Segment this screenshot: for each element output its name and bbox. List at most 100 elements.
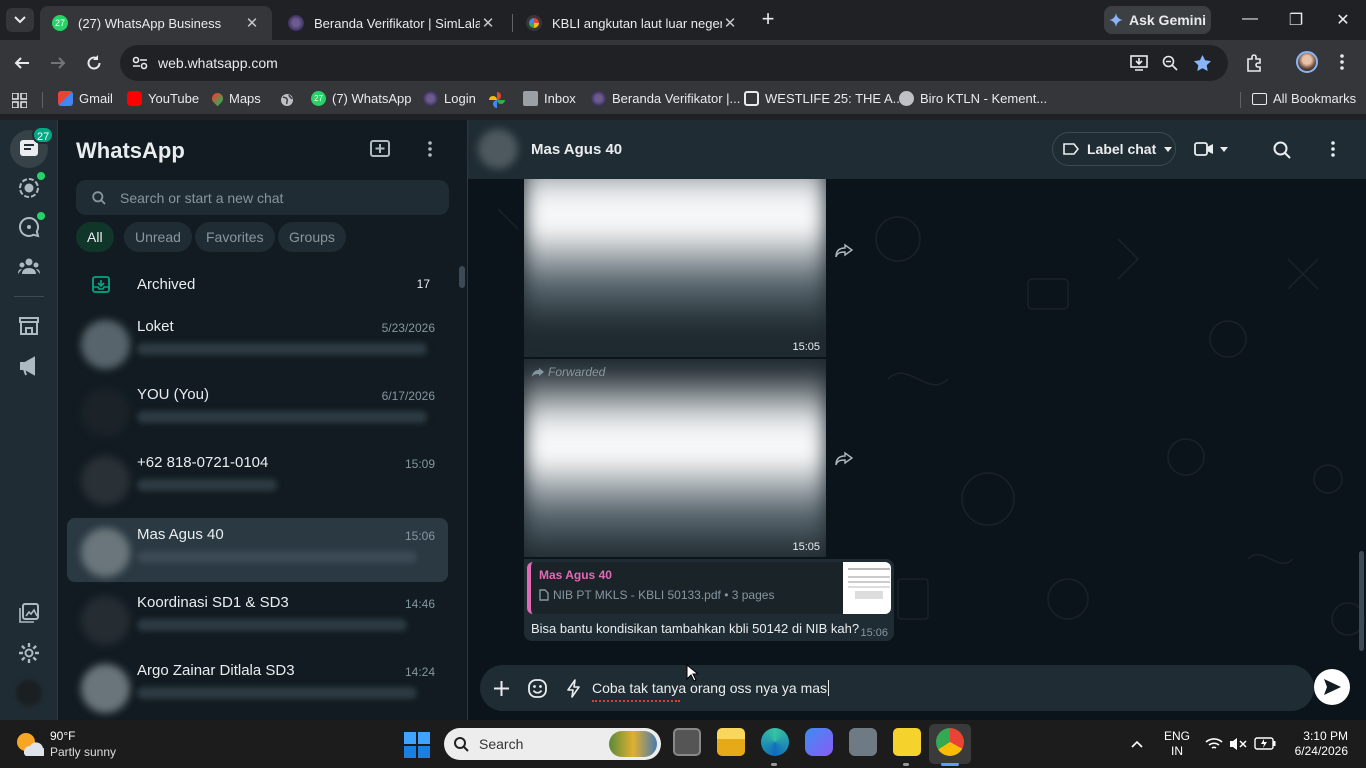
send-button[interactable] [1314,669,1350,705]
filter-groups[interactable]: Groups [278,222,346,252]
volume-muted-icon[interactable] [1229,737,1247,751]
message-composer: Coba tak tanya orang oss nya ya mas [468,659,1366,720]
install-app-icon[interactable] [1130,55,1148,71]
contact-name[interactable]: Mas Agus 40 [531,141,622,158]
catalog-store-icon[interactable] [18,315,40,337]
wifi-icon[interactable] [1205,737,1223,751]
status-icon[interactable] [18,177,40,199]
extensions-icon[interactable] [1245,54,1263,72]
chat-row-mas-agus-40[interactable]: Mas Agus 40 15:06 [67,518,448,582]
search-icon[interactable] [1273,141,1291,159]
battery-charging-icon[interactable] [1254,737,1276,750]
media-gallery-icon[interactable] [18,602,40,624]
pinwheel-icon[interactable] [489,92,505,108]
zoom-icon[interactable] [1162,55,1178,71]
edge-browser-icon[interactable] [761,728,789,756]
new-tab-button[interactable]: + [758,8,778,32]
minimize-window-button[interactable]: — [1240,10,1260,30]
tab-search-button[interactable] [6,8,34,32]
chat-row-loket[interactable]: Loket 5/23/2026 [67,310,448,374]
quoted-message[interactable]: Mas Agus 40 NIB PT MKLS - KBLI 50133.pdf… [527,562,891,614]
bookmark-biro-ktln[interactable]: Biro KTLN - Kement... [899,91,1047,106]
bookmark-westlife[interactable]: WESTLIFE 25: THE A... [744,91,903,106]
communities-icon[interactable] [18,256,40,278]
bookmark-star-icon[interactable] [1194,55,1211,71]
settings-gear-icon[interactable] [18,642,40,664]
forward-share-icon[interactable] [835,450,853,468]
task-view-button[interactable] [673,728,701,756]
clock[interactable]: 3:10 PM 6/24/2026 [1288,729,1348,759]
bookmark-whatsapp[interactable]: 27 (7) WhatsApp [311,91,411,106]
emoji-sticker-icon[interactable] [528,679,547,698]
maximize-window-button[interactable]: ❐ [1286,10,1306,30]
bookmark-youtube[interactable]: YouTube [127,91,199,106]
chrome-menu-icon[interactable] [1340,54,1344,70]
media-message[interactable]: 15:05 [524,179,826,357]
tab-kbli-search[interactable]: KBLI angkutan laut luar negeri u ✕ [514,6,750,40]
start-button[interactable] [404,732,430,758]
forward-arrow-icon[interactable] [50,55,66,71]
chat-row-koordinasi-sd1-sd3[interactable]: Koordinasi SD1 & SD3 14:46 [67,586,448,650]
whatsapp-favicon-icon: 27 [52,15,68,31]
bookmark-label: Inbox [544,91,576,106]
taskbar-search[interactable]: Search [444,728,661,760]
camera-app-icon[interactable] [849,728,877,756]
search-input[interactable]: Search or start a new chat [76,180,449,215]
contact-avatar[interactable] [478,129,518,169]
chat-row-you[interactable]: YOU (You) 6/17/2026 [67,378,448,442]
forward-share-icon[interactable] [835,242,853,260]
close-tab-icon[interactable]: ✕ [244,14,260,32]
site-info-icon[interactable] [132,56,148,70]
close-tab-icon[interactable]: ✕ [722,14,738,32]
advertise-megaphone-icon[interactable] [18,355,40,377]
filter-all[interactable]: All [76,222,114,252]
language-indicator[interactable]: ENG IN [1162,729,1192,759]
tab-beranda-verifikator[interactable]: Beranda Verifikator | SimLala ✕ [276,6,508,40]
menu-kebab-icon[interactable] [428,141,432,157]
show-hidden-icons-chevron-icon[interactable] [1131,740,1143,748]
forwarded-media-message[interactable]: Forwarded 15:05 [524,359,826,557]
profile-avatar[interactable] [16,680,42,706]
search-highlight-image [609,731,657,757]
sticky-notes-icon[interactable] [893,728,921,756]
globe-icon[interactable] [280,93,294,107]
filter-unread[interactable]: Unread [124,222,192,252]
quick-replies-bolt-icon[interactable] [567,679,581,698]
menu-kebab-icon[interactable] [1331,141,1335,157]
close-window-button[interactable]: ✕ [1333,10,1353,30]
chat-row-phone-number[interactable]: +62 818-0721-0104 15:09 [67,446,448,510]
all-bookmarks-button[interactable]: All Bookmarks [1252,91,1356,106]
video-call-button[interactable] [1194,136,1234,162]
label-chat-button[interactable]: Label chat [1052,132,1176,166]
attach-plus-icon[interactable] [494,681,509,696]
close-tab-icon[interactable]: ✕ [480,14,496,32]
weather-widget[interactable]: 90°F Partly sunny [14,728,124,760]
address-bar[interactable]: web.whatsapp.com [120,45,1228,81]
chrome-browser-icon[interactable] [936,728,964,756]
archived-row[interactable]: Archived 17 [67,266,448,302]
chat-list-scrollbar[interactable] [459,266,465,288]
label-tag-icon [1063,143,1079,155]
apps-grid-icon[interactable] [12,93,27,108]
bookmark-login[interactable]: Login [423,91,476,106]
copilot-app-icon[interactable] [805,728,833,756]
bookmark-divider [42,92,43,108]
file-explorer-icon[interactable] [717,728,745,756]
bookmark-gmail[interactable]: Gmail [58,91,113,106]
filter-favorites[interactable]: Favorites [195,222,275,252]
new-chat-icon[interactable] [370,140,390,158]
chat-name: Argo Zainar Ditlala SD3 [137,662,295,679]
conversation-scrollbar[interactable] [1359,551,1364,651]
chat-row-argo-zainar[interactable]: Argo Zainar Ditlala SD3 14:24 [67,654,448,718]
reload-icon[interactable] [86,55,102,71]
ask-gemini-button[interactable]: Ask Gemini [1104,6,1211,34]
profile-avatar[interactable] [1296,51,1318,73]
composer-bar: Coba tak tanya orang oss nya ya mas [480,665,1314,711]
tab-whatsapp-business[interactable]: 27 (27) WhatsApp Business ✕ [40,6,272,40]
channels-icon[interactable] [18,216,40,238]
bookmark-inbox[interactable]: Inbox [523,91,576,106]
back-arrow-icon[interactable] [14,55,30,71]
bookmark-beranda-verifikator[interactable]: Beranda Verifikator |... [591,91,740,106]
text-message-bubble[interactable]: Mas Agus 40 NIB PT MKLS - KBLI 50133.pdf… [524,559,894,641]
bookmark-maps[interactable]: Maps [209,90,261,107]
